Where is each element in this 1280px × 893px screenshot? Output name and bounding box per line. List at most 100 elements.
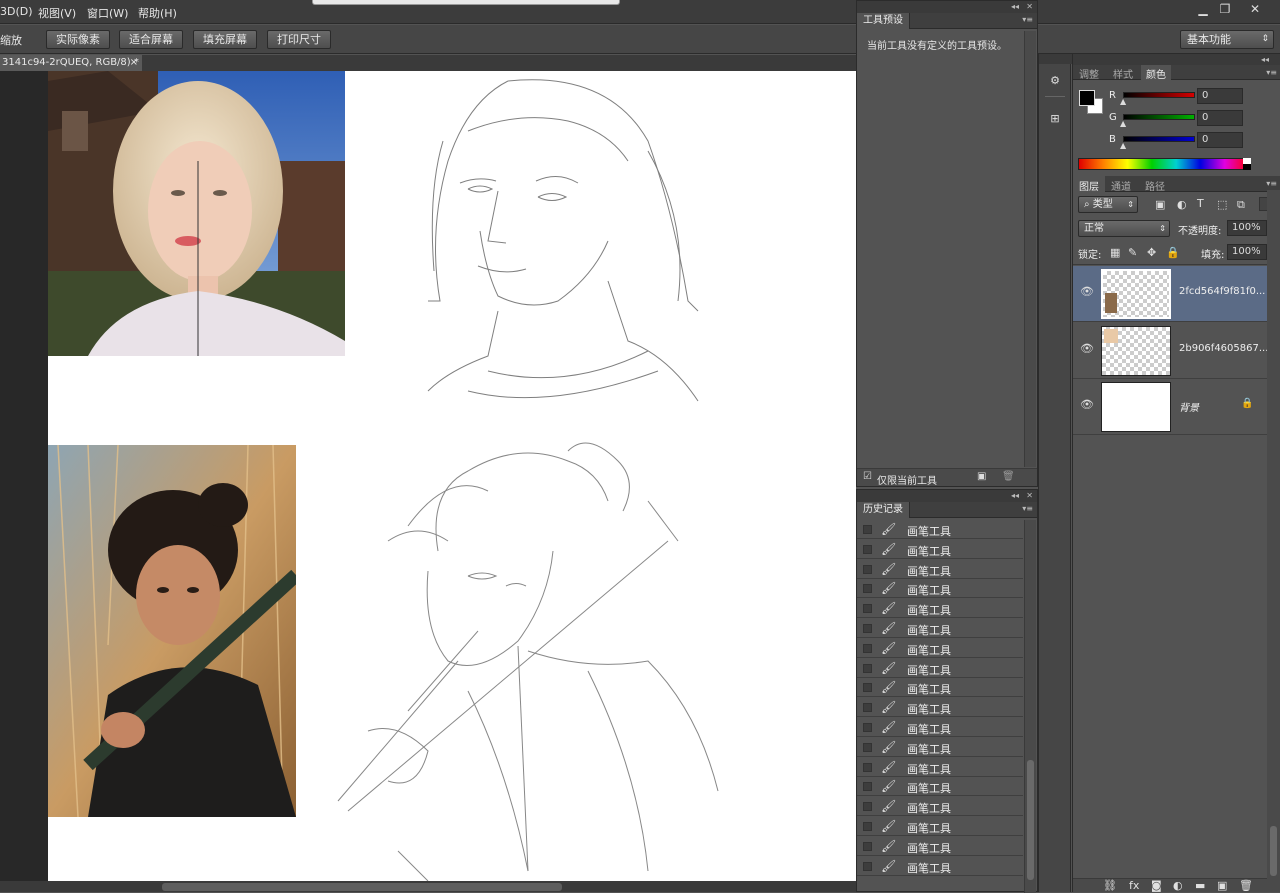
history-item[interactable]: 🖌 画笔工具 bbox=[857, 836, 1023, 856]
lock-transparent-icon[interactable]: ▦ bbox=[1110, 246, 1120, 259]
history-snapshot-checkbox[interactable] bbox=[863, 663, 872, 673]
history-snapshot-checkbox[interactable] bbox=[863, 782, 872, 792]
history-snapshot-checkbox[interactable] bbox=[863, 584, 872, 594]
history-item[interactable]: 🖌 画笔工具 bbox=[857, 817, 1023, 836]
menu-3d[interactable]: 3D(D) bbox=[0, 5, 33, 18]
fill-screen-button[interactable]: 填充屏幕 bbox=[193, 30, 257, 49]
new-layer-icon[interactable]: ▣ bbox=[1217, 879, 1227, 892]
history-snapshot-checkbox[interactable] bbox=[863, 564, 872, 574]
history-item[interactable]: 🖌 画笔工具 bbox=[857, 619, 1023, 638]
tab-tool-presets[interactable]: 工具预设 bbox=[857, 13, 910, 29]
delete-layer-icon[interactable]: 🗑 bbox=[1239, 879, 1253, 892]
slider-handle-icon[interactable]: ▲ bbox=[1120, 97, 1126, 106]
history-scroll-thumb[interactable] bbox=[1027, 760, 1034, 880]
layer-row[interactable]: 👁 2fcd564f9f81f0... bbox=[1073, 266, 1267, 322]
blend-mode-select[interactable]: 正常 ⇕ bbox=[1078, 220, 1170, 237]
history-snapshot-checkbox[interactable] bbox=[863, 841, 872, 851]
print-size-button[interactable]: 打印尺寸 bbox=[267, 30, 331, 49]
tab-history[interactable]: 历史记录 bbox=[857, 502, 910, 518]
history-item[interactable]: 🖌 画笔工具 bbox=[857, 539, 1023, 559]
close-panel-icon[interactable]: ✕ bbox=[1026, 1, 1033, 13]
history-snapshot-checkbox[interactable] bbox=[863, 604, 872, 614]
layer-name[interactable]: 背景 bbox=[1179, 399, 1199, 414]
horizontal-scroll-thumb[interactable] bbox=[162, 883, 562, 891]
fit-screen-button[interactable]: 适合屏幕 bbox=[119, 30, 183, 49]
history-snapshot-checkbox[interactable] bbox=[863, 822, 872, 831]
smart-object-filter-icon[interactable]: ⧉ bbox=[1237, 198, 1245, 212]
document-tab[interactable]: 3141c94-2rQUEQ, RGB/8) * × bbox=[0, 55, 142, 71]
slider-handle-icon[interactable]: ▲ bbox=[1120, 141, 1126, 150]
link-layers-icon[interactable]: ⛓ bbox=[1103, 879, 1117, 892]
slider-handle-icon[interactable]: ▲ bbox=[1120, 119, 1126, 128]
tab-paths[interactable]: 路径 bbox=[1145, 178, 1165, 193]
channel-value-input[interactable]: 0 bbox=[1197, 88, 1243, 104]
menu-help[interactable]: 帮助(H) bbox=[138, 5, 177, 21]
tab-color[interactable]: 颜色 bbox=[1141, 65, 1171, 81]
layer-row[interactable]: 👁 背景 🔒 bbox=[1073, 379, 1267, 435]
shape-filter-icon[interactable]: ⬚ bbox=[1217, 198, 1227, 211]
new-preset-icon[interactable]: ▣ bbox=[977, 471, 986, 482]
history-snapshot-checkbox[interactable] bbox=[863, 703, 872, 713]
document-canvas[interactable] bbox=[48, 71, 856, 881]
history-snapshot-checkbox[interactable] bbox=[863, 525, 872, 534]
history-item[interactable]: 🖌 画笔工具 bbox=[857, 559, 1023, 579]
tab-adjustments[interactable]: 调整 bbox=[1079, 66, 1099, 81]
fill-input[interactable]: 100% bbox=[1227, 244, 1267, 260]
history-snapshot-checkbox[interactable] bbox=[863, 742, 872, 752]
history-snapshot-checkbox[interactable] bbox=[863, 762, 872, 772]
close-window-icon[interactable]: ✕ bbox=[1245, 2, 1265, 16]
title-search-box[interactable] bbox=[312, 0, 620, 5]
menu-window[interactable]: 窗口(W) bbox=[87, 5, 128, 21]
history-item[interactable]: 🖌 画笔工具 bbox=[857, 698, 1023, 718]
close-tab-icon[interactable]: × bbox=[130, 55, 138, 71]
visibility-eye-icon[interactable]: 👁 bbox=[1080, 285, 1094, 298]
lock-all-icon[interactable]: 🔒 bbox=[1166, 246, 1180, 259]
layer-row[interactable]: 👁 2b906f4605867... bbox=[1073, 323, 1268, 379]
new-group-icon[interactable]: ▬ bbox=[1195, 879, 1205, 892]
tab-styles[interactable]: 样式 bbox=[1113, 66, 1133, 81]
history-snapshot-checkbox[interactable] bbox=[863, 802, 872, 812]
layer-name[interactable]: 2fcd564f9f81f0... bbox=[1179, 286, 1265, 297]
grid-icon[interactable]: ⊞ bbox=[1047, 112, 1063, 125]
close-panel-icon[interactable]: ✕ bbox=[1026, 490, 1033, 502]
new-adjustment-icon[interactable]: ◐ bbox=[1173, 879, 1183, 892]
pixel-filter-icon[interactable]: ▣ bbox=[1155, 198, 1165, 211]
menu-view[interactable]: 视图(V) bbox=[38, 5, 76, 21]
visibility-eye-icon[interactable]: 👁 bbox=[1080, 342, 1094, 355]
history-snapshot-checkbox[interactable] bbox=[863, 624, 872, 633]
layers-scrollbar[interactable] bbox=[1267, 190, 1280, 892]
history-item[interactable]: 🖌 画笔工具 bbox=[857, 777, 1023, 797]
channel-slider[interactable] bbox=[1123, 92, 1195, 98]
layer-name[interactable]: 2b906f4605867... bbox=[1179, 343, 1268, 354]
fx-icon[interactable]: fx bbox=[1129, 879, 1139, 892]
layer-filter-select[interactable]: ⌕ 类型 ⇕ bbox=[1078, 196, 1138, 213]
presets-scrollbar[interactable] bbox=[1024, 31, 1036, 467]
panel-menu-icon[interactable]: ▾≡ bbox=[1266, 178, 1277, 190]
lock-position-icon[interactable]: ✥ bbox=[1147, 246, 1156, 259]
history-item[interactable]: 🖌 画笔工具 bbox=[857, 638, 1023, 658]
delete-preset-icon[interactable]: 🗑 bbox=[1002, 471, 1015, 482]
color-spectrum-bar[interactable] bbox=[1078, 158, 1250, 170]
history-item[interactable]: 🖌 画笔工具 bbox=[857, 856, 1023, 876]
panel-menu-icon[interactable]: ▾≡ bbox=[1022, 14, 1033, 26]
history-item[interactable]: 🖌 画笔工具 bbox=[857, 737, 1023, 757]
minimize-icon[interactable]: ▁ bbox=[1193, 2, 1213, 16]
history-item[interactable]: 🖌 画笔工具 bbox=[857, 520, 1023, 539]
opacity-input[interactable]: 100% bbox=[1227, 220, 1267, 236]
layers-scroll-thumb[interactable] bbox=[1270, 826, 1277, 876]
history-item[interactable]: 🖌 画笔工具 bbox=[857, 757, 1023, 777]
history-item[interactable]: 🖌 画笔工具 bbox=[857, 579, 1023, 599]
type-filter-icon[interactable]: T bbox=[1197, 197, 1204, 210]
visibility-eye-icon[interactable]: 👁 bbox=[1080, 398, 1094, 411]
actual-pixels-button[interactable]: 实际像素 bbox=[46, 30, 110, 49]
history-snapshot-checkbox[interactable] bbox=[863, 643, 872, 653]
channel-value-input[interactable]: 0 bbox=[1197, 132, 1243, 148]
collapse-icon[interactable]: ◂◂ bbox=[1011, 1, 1019, 13]
restore-icon[interactable]: ❐ bbox=[1215, 2, 1235, 16]
channel-slider[interactable] bbox=[1123, 136, 1195, 142]
adjustment-filter-icon[interactable]: ◐ bbox=[1177, 198, 1187, 211]
tab-channels[interactable]: 通道 bbox=[1111, 178, 1131, 193]
history-item[interactable]: 🖌 画笔工具 bbox=[857, 797, 1023, 817]
panel-menu-icon[interactable]: ▾≡ bbox=[1022, 503, 1033, 515]
history-scrollbar[interactable] bbox=[1024, 520, 1036, 893]
